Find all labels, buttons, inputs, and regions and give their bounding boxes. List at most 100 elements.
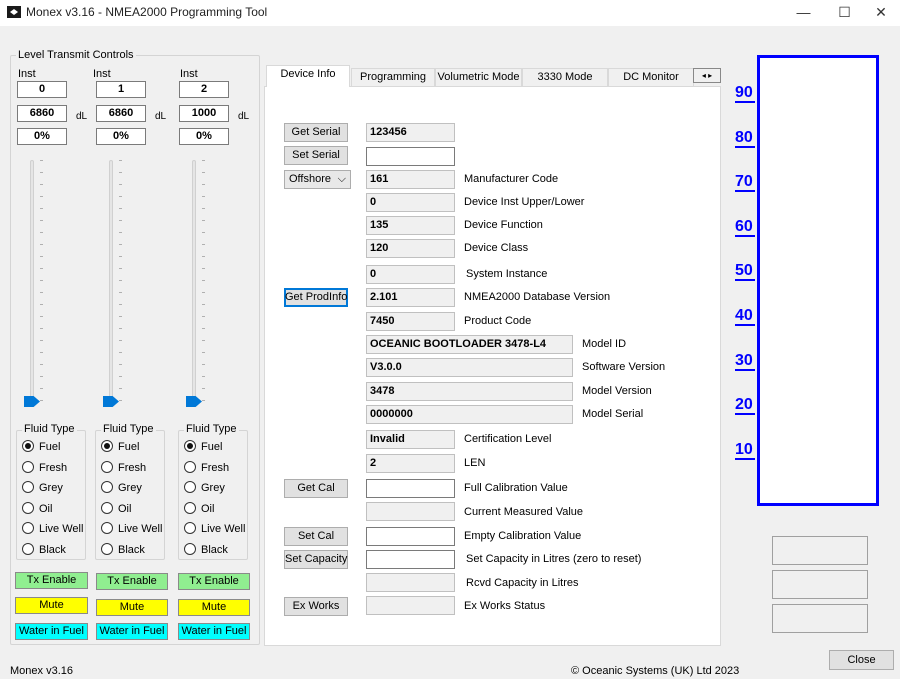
tab-programming[interactable]: Programming xyxy=(351,68,435,87)
slider-tick xyxy=(119,280,122,281)
minimize-button[interactable]: — xyxy=(781,0,826,26)
region-dropdown[interactable]: Offshore ⌵ xyxy=(284,170,351,189)
radio-button-icon[interactable] xyxy=(22,440,34,452)
tx-enable-button-1[interactable]: Tx Enable xyxy=(96,573,168,590)
ex-works-label: Ex Works Status xyxy=(464,600,546,612)
radio-button-icon[interactable] xyxy=(22,543,34,555)
slider-tick xyxy=(40,364,43,365)
fluid-radio-black[interactable]: Black xyxy=(22,543,66,556)
tab-volumetric-mode[interactable]: Volumetric Mode xyxy=(435,68,522,87)
slider-tick xyxy=(202,256,205,257)
empty-cal-label: Empty Calibration Value xyxy=(464,530,582,542)
empty-cal-input[interactable] xyxy=(366,527,455,546)
radio-button-icon[interactable] xyxy=(22,481,34,493)
radio-button-icon[interactable] xyxy=(101,440,113,452)
fluid-radio-grey[interactable]: Grey xyxy=(184,481,225,494)
water-in-fuel-button-2[interactable]: Water in Fuel xyxy=(178,623,250,640)
inst-input-0[interactable]: 0 xyxy=(17,81,67,98)
fluid-radio-grey[interactable]: Grey xyxy=(101,481,142,494)
slider-tick xyxy=(40,196,43,197)
get-cal-button[interactable]: Get Cal xyxy=(284,479,348,498)
radio-button-icon[interactable] xyxy=(184,502,196,514)
radio-button-icon[interactable] xyxy=(184,522,196,534)
water-in-fuel-button-0[interactable]: Water in Fuel xyxy=(15,623,88,640)
fluid-radio-grey[interactable]: Grey xyxy=(22,481,63,494)
len-label: LEN xyxy=(464,457,486,469)
ex-works-button[interactable]: Ex Works xyxy=(284,597,348,616)
close-window-button[interactable]: ✕ xyxy=(862,0,900,26)
mute-button-2[interactable]: Mute xyxy=(178,599,250,616)
radio-button-icon[interactable] xyxy=(101,481,113,493)
capacity-input-1[interactable]: 6860 xyxy=(96,105,146,122)
fluid-radio-oil[interactable]: Oil xyxy=(184,502,214,515)
radio-button-icon[interactable] xyxy=(22,522,34,534)
get-serial-button[interactable]: Get Serial xyxy=(284,123,348,142)
tx-enable-button-2[interactable]: Tx Enable xyxy=(178,573,250,590)
tab-device-info[interactable]: Device Info xyxy=(266,65,350,87)
tab-dc-monitor[interactable]: DC Monitor xyxy=(608,68,694,87)
fluid-radio-fresh[interactable]: Fresh xyxy=(101,461,146,474)
maximize-button[interactable]: ☐ xyxy=(822,0,867,26)
radio-button-icon[interactable] xyxy=(101,461,113,473)
fluid-radio-oil[interactable]: Oil xyxy=(101,502,131,515)
slider-ticks xyxy=(119,160,122,401)
water-in-fuel-button-1[interactable]: Water in Fuel xyxy=(96,623,168,640)
fluid-radio-black[interactable]: Black xyxy=(101,543,145,556)
radio-button-icon[interactable] xyxy=(184,440,196,452)
level-slider-track-2[interactable] xyxy=(192,160,196,400)
radio-button-icon[interactable] xyxy=(184,481,196,493)
inst-input-2[interactable]: 2 xyxy=(179,81,229,98)
tx-enable-button-0[interactable]: Tx Enable xyxy=(15,572,88,589)
fluid-radio-fuel[interactable]: Fuel xyxy=(101,440,139,453)
slider-tick xyxy=(119,340,122,341)
slider-ticks xyxy=(202,160,205,401)
radio-button-icon[interactable] xyxy=(22,502,34,514)
manufacturer-code-label: Manufacturer Code xyxy=(464,173,559,185)
mute-button-0[interactable]: Mute xyxy=(15,597,88,614)
gauge-scale-label: 40 xyxy=(735,307,753,324)
fluid-label: Black xyxy=(39,544,66,556)
mute-button-1[interactable]: Mute xyxy=(96,599,168,616)
level-slider-track-0[interactable] xyxy=(30,160,34,400)
close-button[interactable]: Close xyxy=(829,650,894,670)
set-serial-input[interactable] xyxy=(366,147,455,166)
gauge-scale-line xyxy=(735,369,755,371)
radio-button-icon[interactable] xyxy=(184,543,196,555)
level-slider-track-1[interactable] xyxy=(109,160,113,400)
set-capacity-button[interactable]: Set Capacity xyxy=(284,550,348,569)
slider-tick xyxy=(202,280,205,281)
fluid-label: Oil xyxy=(118,503,132,515)
db-version-field: 2.101 xyxy=(366,288,455,307)
fluid-radio-fresh[interactable]: Fresh xyxy=(184,461,229,474)
fluid-radio-live-well[interactable]: Live Well xyxy=(22,522,83,535)
set-serial-button[interactable]: Set Serial xyxy=(284,146,348,165)
get-prodinfo-button[interactable]: Get ProdInfo xyxy=(284,288,348,307)
slider-tick xyxy=(202,184,205,185)
inst-input-1[interactable]: 1 xyxy=(96,81,146,98)
radio-button-icon[interactable] xyxy=(184,461,196,473)
radio-button-icon[interactable] xyxy=(101,502,113,514)
slider-tick xyxy=(40,172,43,173)
gauge-scale-line xyxy=(735,190,755,192)
fluid-radio-fresh[interactable]: Fresh xyxy=(22,461,67,474)
fluid-radio-fuel[interactable]: Fuel xyxy=(184,440,222,453)
status-box-3 xyxy=(772,604,868,633)
radio-button-icon[interactable] xyxy=(22,461,34,473)
fluid-radio-live-well[interactable]: Live Well xyxy=(101,522,162,535)
radio-button-icon[interactable] xyxy=(101,522,113,534)
fluid-radio-live-well[interactable]: Live Well xyxy=(184,522,245,535)
tab-scroll-arrows[interactable]: ◂ ▸ xyxy=(693,68,721,83)
fluid-radio-oil[interactable]: Oil xyxy=(22,502,52,515)
slider-tick xyxy=(40,232,43,233)
slider-tick xyxy=(119,376,122,377)
region-value: Offshore xyxy=(289,173,331,185)
capacity-input-2[interactable]: 1000 xyxy=(179,105,229,122)
fluid-radio-fuel[interactable]: Fuel xyxy=(22,440,60,453)
tab-3330-mode[interactable]: 3330 Mode xyxy=(522,68,608,87)
set-capacity-input[interactable] xyxy=(366,550,455,569)
set-cal-button[interactable]: Set Cal xyxy=(284,527,348,546)
fluid-radio-black[interactable]: Black xyxy=(184,543,228,556)
capacity-input-0[interactable]: 6860 xyxy=(17,105,67,122)
radio-button-icon[interactable] xyxy=(101,543,113,555)
full-cal-input[interactable] xyxy=(366,479,455,498)
